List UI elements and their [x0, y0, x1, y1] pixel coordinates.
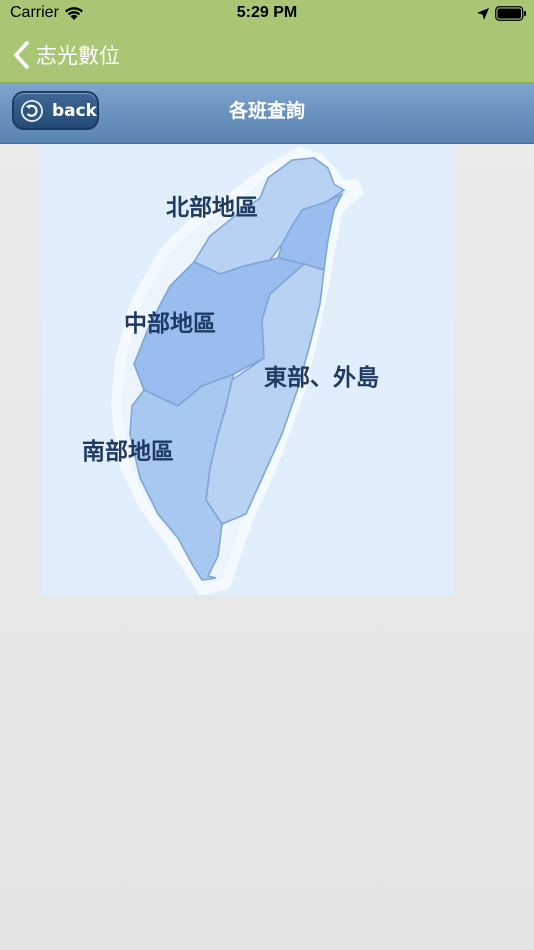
battery-icon: [495, 6, 526, 21]
status-bar: Carrier 5:29 PM: [0, 0, 534, 28]
region-label-east: 東部、外島: [264, 364, 379, 391]
status-time: 5:29 PM: [236, 4, 298, 21]
undo-arrow-icon: [20, 99, 43, 122]
region-label-south: 南部地區: [82, 438, 174, 465]
taiwan-map-graphic: 北部地區 中部地區 東部、外島 南部地區: [82, 146, 379, 595]
header-bar: back 各班查詢: [0, 83, 534, 144]
region-label-north: 北部地區: [166, 194, 258, 221]
nav-back-title: 志光數位: [36, 44, 120, 68]
chevron-left-icon: [14, 41, 29, 69]
nav-back-button[interactable]: 志光數位: [12, 36, 120, 74]
navigation-bar: 志光數位: [0, 28, 534, 83]
location-arrow-icon: [477, 8, 489, 20]
taiwan-region-map: 北部地區 中部地區 東部、外島 南部地區: [42, 144, 454, 595]
back-button-label: back: [51, 100, 97, 121]
region-label-central: 中部地區: [124, 310, 216, 337]
back-button[interactable]: back: [12, 91, 99, 130]
